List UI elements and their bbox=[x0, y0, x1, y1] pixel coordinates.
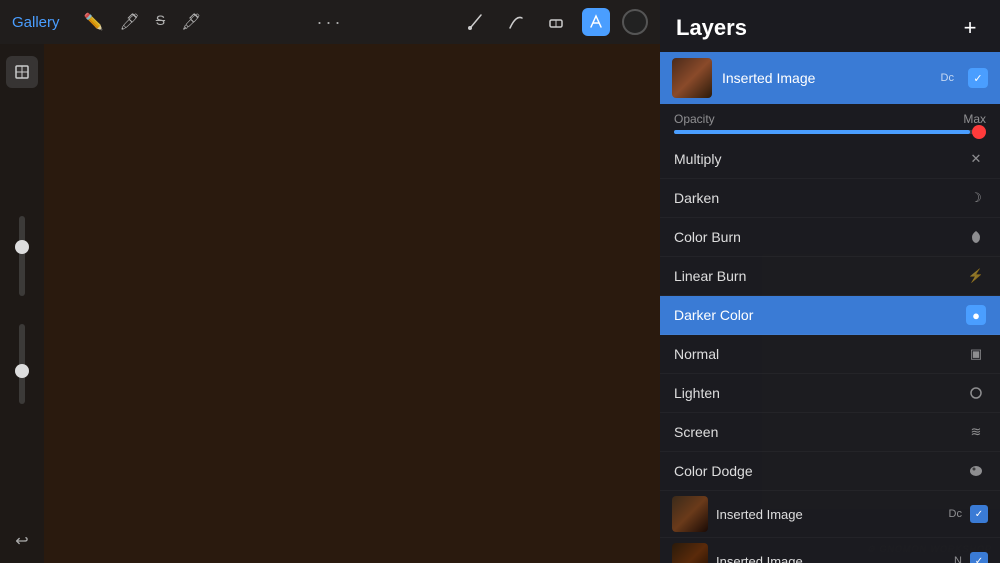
blend-mode-darken-icon: ☽ bbox=[966, 188, 986, 208]
more-options-dots[interactable]: ··· bbox=[317, 12, 344, 33]
blend-mode-darker-color[interactable]: Darker Color ● bbox=[660, 296, 1000, 335]
opacity-slider-left[interactable] bbox=[19, 324, 25, 404]
layer-1-name: Inserted Image bbox=[716, 507, 941, 522]
layer-item-1[interactable]: Inserted Image Dc ✓ bbox=[660, 491, 1000, 538]
blend-mode-lighten[interactable]: Lighten bbox=[660, 374, 1000, 413]
top-toolbar: Gallery ✏️ 🖊 S 🖋 ··· bbox=[0, 0, 660, 44]
panel-title: Layers bbox=[676, 15, 747, 41]
opacity-row: Opacity Max bbox=[660, 104, 1000, 130]
blend-mode-darker-color-label: Darker Color bbox=[674, 307, 966, 323]
blend-mode-linear-burn-label: Linear Burn bbox=[674, 268, 966, 284]
blend-mode-screen-label: Screen bbox=[674, 424, 966, 440]
blend-mode-screen[interactable]: Screen ≋ bbox=[660, 413, 1000, 452]
layer-item-2[interactable]: Inserted Image N ✓ bbox=[660, 538, 1000, 563]
blend-mode-darker-color-icon: ● bbox=[966, 305, 986, 325]
blend-mode-color-dodge-icon bbox=[966, 461, 986, 481]
blend-mode-color-dodge-label: Color Dodge bbox=[674, 463, 966, 479]
blend-mode-normal-icon: ▣ bbox=[966, 344, 986, 364]
selected-layer-badge: Dc bbox=[941, 72, 954, 84]
gallery-link[interactable]: Gallery bbox=[12, 14, 60, 31]
selected-layer-thumbnail bbox=[672, 58, 712, 98]
opacity-slider-container[interactable] bbox=[674, 130, 986, 134]
blend-mode-color-dodge[interactable]: Color Dodge bbox=[660, 452, 1000, 491]
selected-layer-name: Inserted Image bbox=[722, 70, 931, 86]
blend-mode-multiply-icon: ✕ bbox=[966, 149, 986, 169]
layer-2-visibility[interactable]: ✓ bbox=[970, 552, 988, 563]
strikethrough-tool-icon[interactable]: S bbox=[156, 12, 165, 32]
layer-2-name: Inserted Image bbox=[716, 554, 946, 563]
selected-layer-visibility-check[interactable]: ✓ bbox=[968, 68, 988, 88]
blend-mode-darken-label: Darken bbox=[674, 190, 966, 206]
pencil-tool-icon[interactable]: ✏️ bbox=[84, 12, 104, 32]
brush-size-slider[interactable] bbox=[19, 216, 25, 296]
layer-2-badge: N bbox=[954, 555, 962, 563]
layer-1-thumbnail bbox=[672, 496, 708, 532]
blend-mode-lighten-icon bbox=[966, 383, 986, 403]
blend-modes-list: Multiply ✕ Darken ☽ Color Burn Linear Bu… bbox=[660, 140, 1000, 563]
blend-mode-linear-burn[interactable]: Linear Burn ⚡ bbox=[660, 257, 1000, 296]
blend-mode-darken[interactable]: Darken ☽ bbox=[660, 179, 1000, 218]
smudge-tool-icon[interactable] bbox=[502, 8, 530, 36]
selected-layer-item[interactable]: Inserted Image Dc ✓ bbox=[660, 52, 1000, 104]
color-picker-circle[interactable] bbox=[622, 9, 648, 35]
blend-mode-linear-burn-icon: ⚡ bbox=[966, 266, 986, 286]
toolbar-right-tools bbox=[462, 8, 648, 36]
blend-mode-multiply-label: Multiply bbox=[674, 151, 966, 167]
canvas-area[interactable]: Gallery ✏️ 🖊 S 🖋 ··· bbox=[0, 0, 660, 563]
undo-button[interactable]: ↩ bbox=[15, 531, 28, 551]
opacity-label: Opacity bbox=[674, 112, 715, 126]
toolbar-icons: ✏️ 🖊 S 🖋 bbox=[84, 12, 202, 32]
panel-header: Layers + bbox=[660, 0, 1000, 52]
blend-mode-lighten-label: Lighten bbox=[674, 385, 966, 401]
ink-tool-icon[interactable]: 🖊 bbox=[119, 12, 139, 32]
blend-mode-color-burn-label: Color Burn bbox=[674, 229, 966, 245]
left-sidebar: ↩ bbox=[0, 44, 44, 563]
blend-mode-multiply[interactable]: Multiply ✕ bbox=[660, 140, 1000, 179]
brush-tool-icon[interactable] bbox=[462, 8, 490, 36]
layers-panel: Layers + Inserted Image Dc ✓ Opacity Max… bbox=[660, 0, 1000, 563]
layer-1-visibility[interactable]: ✓ bbox=[970, 505, 988, 523]
add-layer-button[interactable]: + bbox=[956, 14, 984, 42]
transform-button[interactable] bbox=[6, 56, 38, 88]
color-selection-tool-icon[interactable] bbox=[582, 8, 610, 36]
blend-mode-normal-label: Normal bbox=[674, 346, 966, 362]
blend-mode-color-burn-icon bbox=[966, 227, 986, 247]
layer-1-badge: Dc bbox=[949, 508, 962, 520]
opacity-max-label: Max bbox=[963, 112, 986, 126]
blend-mode-screen-icon: ≋ bbox=[966, 422, 986, 442]
blend-mode-color-burn[interactable]: Color Burn bbox=[660, 218, 1000, 257]
layer-2-thumbnail bbox=[672, 543, 708, 563]
pen-tool-icon[interactable]: 🖋 bbox=[181, 12, 201, 32]
eraser-tool-icon[interactable] bbox=[542, 8, 570, 36]
blend-mode-normal[interactable]: Normal ▣ bbox=[660, 335, 1000, 374]
